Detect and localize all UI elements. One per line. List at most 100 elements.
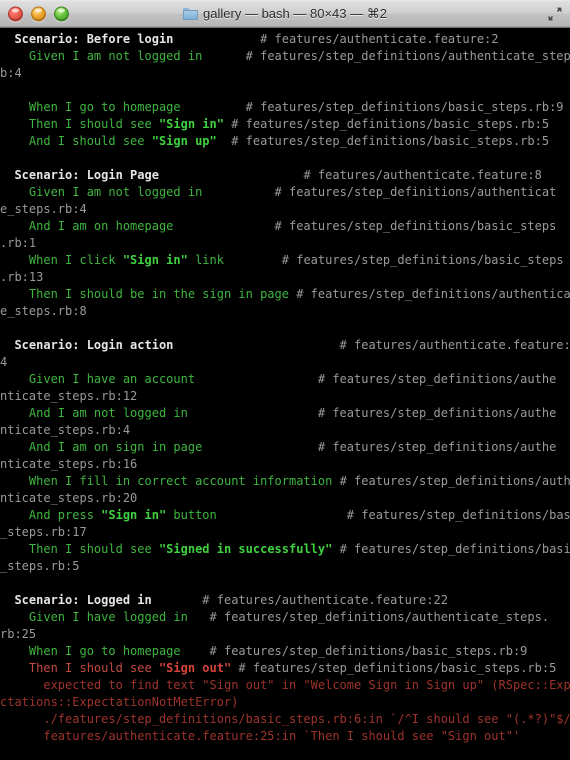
terminal-text-span: And press <box>0 508 102 522</box>
terminal-line: nticate_steps.rb:4 <box>0 422 570 439</box>
terminal-line: e_steps.rb:8 <box>0 303 570 320</box>
terminal-text-span: nticate_steps.rb:4 <box>0 423 131 437</box>
terminal-text-span: _steps.rb:5 <box>0 559 80 573</box>
terminal-line: nticate_steps.rb:20 <box>0 490 570 507</box>
terminal-line: When I fill in correct account informati… <box>0 473 570 490</box>
terminal-text-span: _steps.rb:17 <box>0 525 87 539</box>
terminal-line: And I am not logged in # features/step_d… <box>0 405 570 422</box>
terminal-text-span: "Sign out" <box>158 661 232 675</box>
terminal-text-span: .rb:1 <box>0 236 37 250</box>
terminal-text-span: # features/step_definitions/authenticate… <box>202 49 570 63</box>
terminal-text-span: Given I am not logged in <box>0 185 203 199</box>
terminal-text-span: # features/authenticate.feature:2 <box>173 32 499 46</box>
terminal-line: e_steps.rb:4 <box>0 201 570 218</box>
terminal-text-span: "Signed in successfully" <box>158 542 333 556</box>
terminal-line: When I go to homepage # features/step_de… <box>0 99 570 116</box>
terminal-text-span: Given I am not logged in <box>0 49 203 63</box>
window-titlebar[interactable]: gallery — bash — 80×43 — ⌘2 <box>0 0 570 28</box>
terminal-line: When I go to homepage # features/step_de… <box>0 643 570 660</box>
terminal-text-span: expected to find text "Sign out" in "Wel… <box>0 678 570 692</box>
terminal-line: rb:25 <box>0 626 570 643</box>
terminal-window: gallery — bash — 80×43 — ⌘2 Scenario: Be… <box>0 0 570 760</box>
terminal-line: Given I am not logged in # features/step… <box>0 184 570 201</box>
fullscreen-icon[interactable] <box>547 6 563 22</box>
terminal-text-span: 4 <box>0 355 8 369</box>
terminal-text-span: e_steps.rb:8 <box>0 304 87 318</box>
terminal-screen: Scenario: Before login # features/authen… <box>0 28 570 760</box>
terminal-line: b:4 <box>0 65 570 82</box>
zoom-button[interactable] <box>54 6 69 21</box>
terminal-line: Scenario: Login action # features/authen… <box>0 337 570 354</box>
terminal-line: And I am on sign in page # features/step… <box>0 439 570 456</box>
terminal-text-span: Scenario: Login action <box>0 338 174 352</box>
terminal-line: features/authenticate.feature:25:in `The… <box>0 728 570 745</box>
terminal-text-span: # features/step_definitions/basic_steps.… <box>231 661 557 675</box>
folder-icon <box>183 7 199 20</box>
minimize-button[interactable] <box>31 6 46 21</box>
terminal-text-span: rb:25 <box>0 627 37 641</box>
terminal-line: Then I should be in the sign in page # f… <box>0 286 570 303</box>
close-button[interactable] <box>8 6 23 21</box>
terminal-text-span: # features/step_definitions/authe <box>195 372 557 386</box>
terminal-text-span: features/authenticate.feature:25:in `The… <box>0 729 521 743</box>
terminal-line: Given I am not logged in # features/step… <box>0 48 570 65</box>
terminal-line: .rb:13 <box>0 269 570 286</box>
terminal-text-span: # features/step_definitions/basic_steps.… <box>180 644 528 658</box>
terminal-line: nticate_steps.rb:16 <box>0 456 570 473</box>
terminal-text-span: When I click <box>0 253 123 267</box>
terminal-line: 4 <box>0 354 570 371</box>
terminal-text-span: Then I should be in the sign in page <box>0 287 289 301</box>
terminal-text-span: When I fill in correct account informati… <box>0 474 333 488</box>
terminal-line: nticate_steps.rb:12 <box>0 388 570 405</box>
terminal-text-span: # features/step_definitions/authenticat <box>288 287 570 301</box>
terminal-text-span: # features/step_definitions/basic <box>332 542 570 556</box>
terminal-text-span: Then I should see <box>0 661 159 675</box>
terminal-text-span: Then I should see <box>0 117 159 131</box>
terminal-text-span: nticate_steps.rb:20 <box>0 491 138 505</box>
terminal-line: ./features/step_definitions/basic_steps.… <box>0 711 570 728</box>
terminal-line: Scenario: Login Page # features/authenti… <box>0 167 570 184</box>
terminal-text-span: # features/authenticate.feature:22 <box>151 593 448 607</box>
terminal-text-span: .rb:13 <box>0 270 44 284</box>
terminal-line: Scenario: Logged in # features/authentic… <box>0 592 570 609</box>
terminal-text-span: Given I have logged in <box>0 610 188 624</box>
terminal-text-span: # features/step_definitions/basic_steps.… <box>223 117 550 131</box>
terminal-text-span: b:4 <box>0 66 22 80</box>
terminal-text-span: "Sign up" <box>151 134 217 148</box>
terminal-text-span: Given I have an account <box>0 372 196 386</box>
terminal-text-span: nticate_steps.rb:16 <box>0 457 138 471</box>
terminal-text-span: e_steps.rb:4 <box>0 202 87 216</box>
terminal-line: And press "Sign in" button # features/st… <box>0 507 570 524</box>
terminal-text-span: button <box>166 508 217 522</box>
terminal-text-span: # features/step_definitions/basic_steps <box>173 219 557 233</box>
terminal-line: expected to find text "Sign out" in "Wel… <box>0 677 570 694</box>
terminal-line: Scenario: Before login # features/authen… <box>0 31 570 48</box>
terminal-text-span: ./features/step_definitions/basic_steps.… <box>0 712 570 726</box>
window-title: gallery — bash — 80×43 — ⌘2 <box>203 5 387 21</box>
terminal-text-span: Scenario: Logged in <box>0 593 152 607</box>
terminal-text-span: # features/step_definitions/basic_steps.… <box>216 134 550 148</box>
terminal-line: Then I should see "Sign out" # features/… <box>0 660 570 677</box>
terminal-text-span: Scenario: Login Page <box>0 168 159 182</box>
terminal-text-span: When I go to homepage <box>0 100 181 114</box>
terminal-text-span: link <box>187 253 224 267</box>
terminal-text-span: # features/step_definitions/basic_steps <box>223 253 564 267</box>
terminal-line: Then I should see "Signed in successfull… <box>0 541 570 558</box>
terminal-line: _steps.rb:5 <box>0 558 570 575</box>
terminal-text-span: ctations::ExpectationNotMetError) <box>0 695 239 709</box>
terminal-line: When I click "Sign in" link # features/s… <box>0 252 570 269</box>
terminal-line: .rb:1 <box>0 235 570 252</box>
terminal-text-span: # features/step_definitions/authe <box>332 474 570 488</box>
terminal-text-span: And I am on sign in page <box>0 440 203 454</box>
terminal-text-span: Then I should see <box>0 542 159 556</box>
terminal-text-span: And I am not logged in <box>0 406 188 420</box>
terminal-line: And I should see "Sign up" # features/st… <box>0 133 570 150</box>
terminal-text-span: And I am on homepage <box>0 219 174 233</box>
terminal-text-span: Scenario: Before login <box>0 32 174 46</box>
terminal-text-span: # features/step_definitions/authenticate… <box>187 610 550 624</box>
terminal-text-span: "Sign in" <box>158 117 224 131</box>
terminal-content[interactable]: Scenario: Before login # features/authen… <box>0 28 570 760</box>
